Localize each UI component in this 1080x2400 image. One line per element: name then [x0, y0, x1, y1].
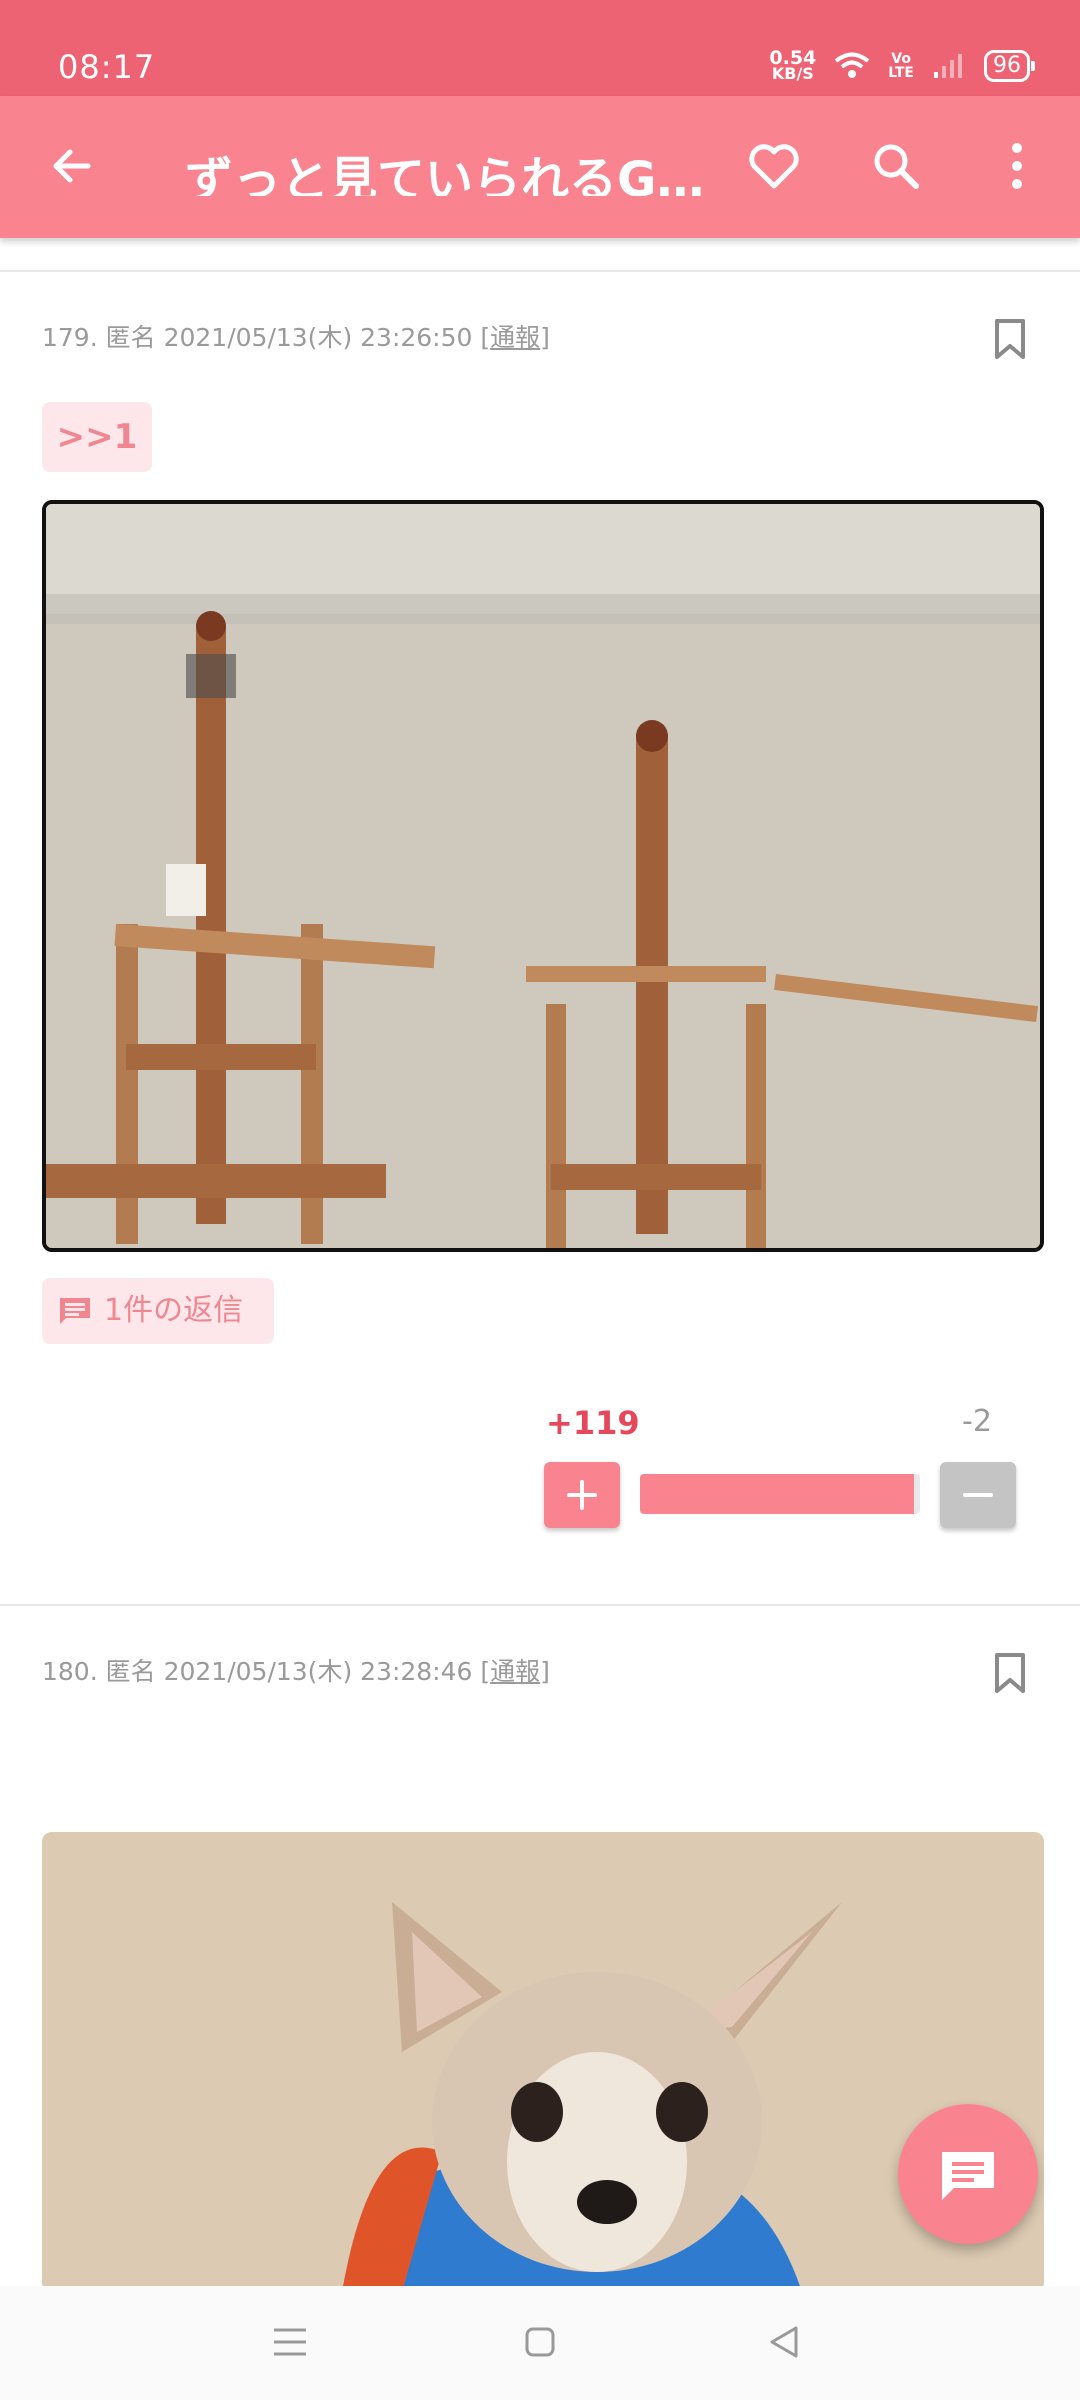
- status-time: 08:17: [58, 48, 156, 86]
- heart-icon[interactable]: [748, 142, 800, 190]
- wifi-icon: [835, 52, 870, 78]
- post-datetime: 2021/05/13(木) 23:26:50: [163, 323, 473, 352]
- divider: [0, 1604, 1080, 1606]
- search-icon[interactable]: [870, 140, 922, 192]
- vote-ratio-bar: [640, 1474, 920, 1514]
- bookmark-icon[interactable]: [994, 318, 1026, 360]
- minus-vote-button[interactable]: [940, 1462, 1016, 1528]
- anchor-link[interactable]: >>1: [42, 402, 152, 472]
- home-icon[interactable]: [524, 2326, 556, 2358]
- replies-label: 1件の返信: [104, 1293, 244, 1328]
- battery-icon: 96: [984, 50, 1035, 82]
- post-image[interactable]: [42, 1832, 1044, 2292]
- status-bar: 08:17 0.54 KB/S Vo LTE 96: [0, 0, 1080, 96]
- post-number: 180.: [42, 1657, 98, 1686]
- plus-vote-button[interactable]: [544, 1462, 620, 1528]
- post-author: 匿名: [105, 323, 156, 352]
- report-link[interactable]: 通報: [490, 1657, 540, 1686]
- comment-fab[interactable]: [898, 2104, 1038, 2244]
- menu-icon[interactable]: [272, 2326, 308, 2358]
- post-meta: 180. 匿名 2021/05/13(木) 23:28:46 [通報]: [42, 1657, 550, 1686]
- network-speed: 0.54 KB/S: [769, 47, 817, 83]
- replies-button[interactable]: 1件の返信: [42, 1278, 274, 1344]
- system-nav-bar: [0, 2286, 1080, 2400]
- more-vert-icon[interactable]: [1004, 142, 1030, 190]
- back-arrow-icon[interactable]: [48, 142, 96, 190]
- signal-icon: [934, 54, 962, 78]
- back-icon[interactable]: [766, 2324, 802, 2360]
- post-author: 匿名: [105, 1657, 156, 1686]
- minus-icon: [963, 1493, 993, 1497]
- divider: [0, 270, 1080, 272]
- chihuahua-gif-image: [42, 1832, 1044, 2292]
- page-title: ずっと見ていられるGIF画像: [185, 152, 715, 196]
- easel-gif-image: [46, 504, 1040, 1248]
- vote-ratio-fill: [640, 1474, 915, 1514]
- minus-vote-count: -2: [962, 1404, 992, 1439]
- app-bar: ずっと見ていられるGIF画像: [0, 96, 1080, 238]
- comment-icon: [60, 1298, 90, 1324]
- post-datetime: 2021/05/13(木) 23:28:46: [163, 1657, 473, 1686]
- post-image[interactable]: [42, 500, 1044, 1252]
- post-meta: 179. 匿名 2021/05/13(木) 23:26:50 [通報]: [42, 323, 550, 352]
- report-link[interactable]: 通報: [490, 323, 540, 352]
- volte-icon: Vo LTE: [888, 51, 914, 81]
- plus-icon: [567, 1480, 597, 1510]
- status-icons: 0.54 KB/S Vo LTE 96: [769, 47, 1035, 83]
- comment-icon: [942, 2152, 994, 2200]
- post-number: 179.: [42, 323, 98, 352]
- bookmark-icon[interactable]: [994, 1652, 1026, 1694]
- plus-vote-count: +119: [546, 1404, 640, 1442]
